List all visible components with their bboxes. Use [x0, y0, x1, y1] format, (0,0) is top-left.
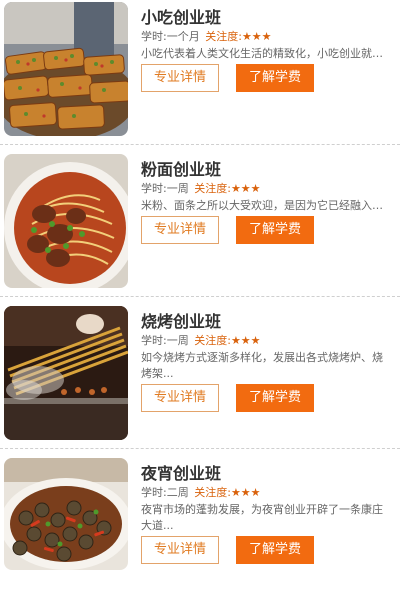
course-title[interactable]: 粉面创业班 — [141, 156, 221, 180]
course-duration: 学时:二周 — [141, 486, 189, 499]
attention-label: 关注度: — [194, 334, 231, 347]
grilled-bread-snack-image[interactable] — [4, 2, 128, 136]
learn-fee-button[interactable]: 了解学费 — [236, 216, 314, 244]
beef-noodle-bowl-image[interactable] — [4, 154, 128, 288]
course-duration: 学时:一周 — [141, 182, 189, 195]
course-duration: 学时:一个月 — [141, 30, 200, 43]
course-detail-button[interactable]: 专业详情 — [141, 64, 219, 92]
course-detail-button[interactable]: 专业详情 — [141, 536, 219, 564]
item-divider — [0, 296, 400, 297]
course-detail-button[interactable]: 专业详情 — [141, 384, 219, 412]
course-description: 小吃代表着人类文化生活的精致化，小吃创业就是... — [141, 47, 393, 60]
course-item: 小吃创业班 学时:一个月 关注度:★★★ 小吃代表着人类文化生活的精致化，小吃创… — [0, 0, 400, 152]
beef-noodle-bowl-image-graphic — [4, 154, 128, 288]
course-item: 烧烤创业班 学时:一周 关注度:★★★ 如今烧烤方式逐渐多样化，发展出各式烧烤炉… — [0, 304, 400, 456]
course-description: 夜宵市场的蓬勃发展，为夜宵创业开辟了一条康庄大道... — [141, 503, 383, 532]
course-meta: 学时:二周 关注度:★★★ — [141, 484, 261, 500]
course-meta: 学时:一周 关注度:★★★ — [141, 180, 261, 196]
course-item: 夜宵创业班 学时:二周 关注度:★★★ 夜宵市场的蓬勃发展，为夜宵创业开辟了一条… — [0, 456, 400, 608]
course-item: 粉面创业班 学时:一周 关注度:★★★ 米粉、面条之所以大受欢迎，是因为它已经融… — [0, 152, 400, 304]
river-snails-image[interactable] — [4, 458, 128, 570]
item-divider — [0, 144, 400, 145]
learn-fee-button[interactable]: 了解学费 — [236, 536, 314, 564]
attention-stars: ★★★ — [230, 486, 261, 499]
course-description: 如今烧烤方式逐渐多样化，发展出各式烧烤炉、烧烤架... — [141, 351, 383, 380]
course-title[interactable]: 小吃创业班 — [141, 4, 221, 28]
learn-fee-button[interactable]: 了解学费 — [236, 64, 314, 92]
attention-label: 关注度: — [205, 30, 242, 43]
attention-stars: ★★★ — [241, 30, 272, 43]
course-meta: 学时:一个月 关注度:★★★ — [141, 28, 272, 44]
course-meta: 学时:一周 关注度:★★★ — [141, 332, 261, 348]
item-divider — [0, 448, 400, 449]
course-title[interactable]: 烧烤创业班 — [141, 308, 221, 332]
course-detail-button[interactable]: 专业详情 — [141, 216, 219, 244]
course-list: 小吃创业班 学时:一个月 关注度:★★★ 小吃代表着人类文化生活的精致化，小吃创… — [0, 0, 400, 573]
attention-stars: ★★★ — [230, 182, 261, 195]
grilled-bread-snack-image-graphic — [4, 2, 128, 136]
course-description: 米粉、面条之所以大受欢迎，是因为它已经融入了... — [141, 199, 393, 212]
barbecue-skewers-image[interactable] — [4, 306, 128, 440]
learn-fee-button[interactable]: 了解学费 — [236, 384, 314, 412]
course-duration: 学时:一周 — [141, 334, 189, 347]
attention-stars: ★★★ — [230, 334, 261, 347]
attention-label: 关注度: — [194, 182, 231, 195]
course-title[interactable]: 夜宵创业班 — [141, 460, 221, 484]
river-snails-image-graphic — [4, 458, 128, 570]
barbecue-skewers-image-graphic — [4, 306, 128, 440]
attention-label: 关注度: — [194, 486, 231, 499]
